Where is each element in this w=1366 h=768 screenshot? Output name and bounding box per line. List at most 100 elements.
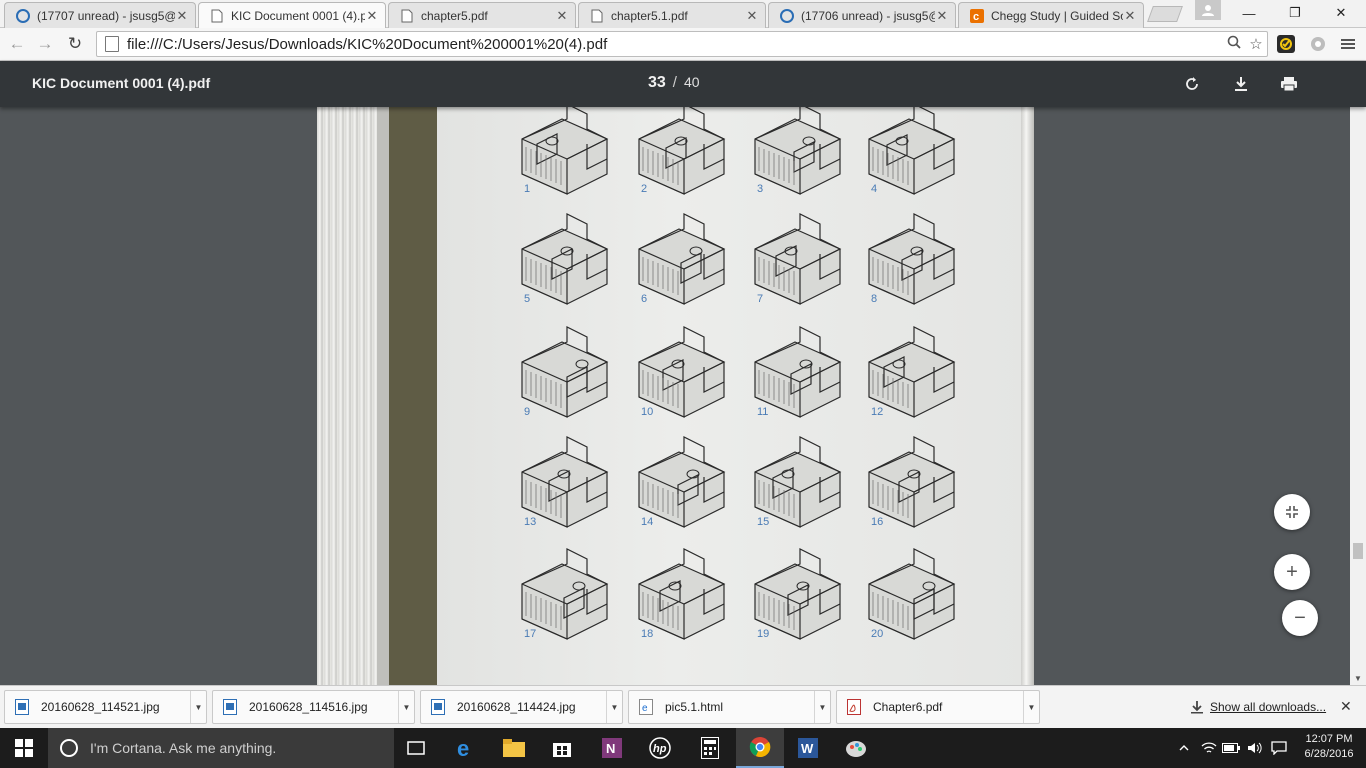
scroll-down-arrow[interactable]: ▼ (1350, 671, 1366, 685)
hp-icon[interactable]: hp (636, 728, 684, 768)
download-icon (1191, 701, 1203, 714)
figure-number: 19 (757, 628, 770, 640)
chrome-icon[interactable] (736, 728, 784, 768)
pdf-file-icon (847, 699, 861, 715)
isometric-figure: 5 (512, 209, 622, 309)
download-filename: pic5.1.html (665, 700, 724, 714)
calculator-icon[interactable] (686, 728, 734, 768)
extension-circle-icon[interactable] (1308, 34, 1328, 54)
tab-chapter5[interactable]: chapter5.pdf ✕ (388, 2, 576, 28)
profile-icon[interactable] (1195, 0, 1221, 20)
figure-number: 11 (757, 406, 769, 418)
figure-number: 16 (871, 516, 884, 528)
minimize-button[interactable]: — (1226, 0, 1272, 26)
edge-icon[interactable]: e (442, 728, 490, 768)
close-shelf-icon[interactable]: ✕ (1340, 698, 1352, 715)
image-file-icon (223, 699, 237, 715)
address-bar[interactable]: file:///C:/Users/Jesus/Downloads/KIC%20D… (96, 31, 1268, 57)
close-icon[interactable]: ✕ (555, 8, 569, 24)
restore-button[interactable]: ❐ (1272, 0, 1318, 26)
tab-chegg[interactable]: c Chegg Study | Guided So ✕ (958, 2, 1144, 28)
svg-text:c: c (973, 11, 979, 23)
close-icon[interactable]: ✕ (935, 8, 949, 24)
isometric-figure: 1 (512, 107, 622, 199)
zoom-in-button[interactable]: + (1274, 554, 1310, 590)
isometric-figure: 12 (859, 322, 969, 422)
tab-chapter5-1[interactable]: chapter5.1.pdf ✕ (578, 2, 766, 28)
clock-date: 6/28/2016 (1304, 748, 1354, 760)
tab-mail-1[interactable]: (17707 unread) - jsusg5@ ✕ (4, 2, 196, 28)
download-item[interactable]: Chapter6.pdf ▼ (836, 690, 1040, 724)
bookmark-star-icon[interactable]: ☆ (1245, 35, 1267, 53)
figure-number: 8 (871, 293, 878, 305)
cortana-search-box[interactable]: I'm Cortana. Ask me anything. (48, 728, 394, 768)
download-item[interactable]: 20160628_114424.jpg ▼ (420, 690, 623, 724)
download-item[interactable]: 20160628_114521.jpg ▼ (4, 690, 207, 724)
close-window-button[interactable]: ✕ (1318, 0, 1364, 26)
chevron-down-icon[interactable]: ▼ (1023, 691, 1039, 723)
action-center-icon[interactable] (1268, 728, 1290, 768)
image-file-icon (431, 699, 445, 715)
show-all-downloads-link[interactable]: Show all downloads... (1190, 700, 1326, 714)
download-item[interactable]: e pic5.1.html ▼ (628, 690, 831, 724)
figure-number: 4 (871, 183, 878, 195)
chevron-down-icon[interactable]: ▼ (398, 691, 414, 723)
yahoo-mail-icon (779, 8, 795, 24)
fit-page-button[interactable] (1274, 494, 1310, 530)
download-item[interactable]: 20160628_114516.jpg ▼ (212, 690, 415, 724)
close-icon[interactable]: ✕ (745, 8, 759, 24)
tab-title: chapter5.pdf (421, 8, 488, 23)
print-icon[interactable] (1278, 73, 1300, 95)
zoom-search-icon[interactable] (1223, 35, 1245, 53)
yahoo-mail-icon (15, 8, 31, 24)
chevron-up-icon[interactable] (1174, 728, 1194, 768)
document-icon (399, 8, 415, 24)
store-icon[interactable] (538, 728, 586, 768)
extension-checkmark-icon[interactable] (1276, 34, 1296, 54)
chevron-down-icon[interactable]: ▼ (606, 691, 622, 723)
tab-mail-2[interactable]: (17706 unread) - jsusg5@ ✕ (768, 2, 956, 28)
isometric-figure: 7 (745, 209, 855, 309)
close-icon[interactable]: ✕ (175, 8, 189, 24)
battery-icon[interactable] (1220, 728, 1242, 768)
word-icon[interactable]: W (784, 728, 832, 768)
chevron-down-icon[interactable]: ▼ (814, 691, 830, 723)
tab-kic-document[interactable]: KIC Document 0001 (4).p ✕ (198, 2, 386, 28)
close-icon[interactable]: ✕ (1123, 8, 1137, 24)
isometric-figure: 10 (629, 322, 739, 422)
pdf-toolbar: KIC Document 0001 (4).pdf 33 / 40 (0, 61, 1366, 107)
onenote-icon[interactable]: N (588, 728, 636, 768)
rotate-icon[interactable] (1181, 73, 1203, 95)
menu-icon[interactable] (1338, 34, 1358, 54)
cortana-placeholder: I'm Cortana. Ask me anything. (90, 740, 277, 756)
pdf-viewer[interactable]: 1 2 3 4 5 6 7 8 9 10 11 12 13 14 15 16 17 18 19 20 (0, 107, 1350, 685)
total-pages: 40 (683, 74, 700, 90)
scrollbar-thumb[interactable] (1353, 543, 1363, 559)
wifi-icon[interactable] (1198, 728, 1220, 768)
system-clock[interactable]: 12:07 PM 6/28/2016 (1296, 732, 1362, 762)
close-icon[interactable]: ✕ (365, 8, 379, 24)
isometric-figure: 13 (512, 432, 622, 532)
paint-icon[interactable] (832, 728, 880, 768)
volume-icon[interactable] (1244, 728, 1266, 768)
pdf-title: KIC Document 0001 (4).pdf (32, 75, 211, 91)
reload-button[interactable]: ↻ (64, 33, 86, 55)
current-page-input[interactable]: 33 (648, 74, 666, 92)
isometric-figure: 20 (859, 544, 969, 644)
file-explorer-icon[interactable] (490, 728, 538, 768)
vertical-scrollbar[interactable]: ▲ ▼ (1350, 61, 1366, 685)
screen: (17707 unread) - jsusg5@ ✕ KIC Document … (0, 0, 1366, 768)
download-shelf: 20160628_114521.jpg ▼ 20160628_114516.jp… (0, 685, 1366, 728)
task-view-icon[interactable] (392, 728, 440, 768)
download-icon[interactable] (1230, 73, 1252, 95)
back-button[interactable]: ← (6, 33, 28, 55)
start-button[interactable] (0, 728, 48, 768)
url-text[interactable]: file:///C:/Users/Jesus/Downloads/KIC%20D… (127, 36, 1223, 53)
zoom-out-button[interactable]: − (1282, 600, 1318, 636)
cortana-icon (60, 739, 78, 757)
svg-text:e: e (457, 737, 469, 759)
new-tab-button[interactable] (1147, 6, 1183, 22)
isometric-figure: 2 (629, 107, 739, 199)
forward-button[interactable]: → (34, 33, 56, 55)
chevron-down-icon[interactable]: ▼ (190, 691, 206, 723)
